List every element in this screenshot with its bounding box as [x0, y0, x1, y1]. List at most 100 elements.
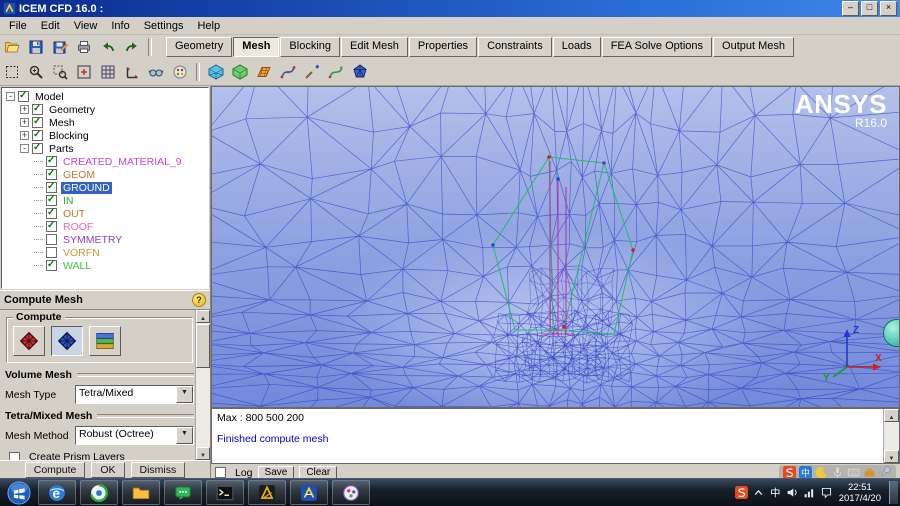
tree-label-symmetry[interactable]: SYMMETRY: [61, 234, 124, 246]
scroll-down-icon[interactable]: [196, 447, 210, 460]
show-desktop-button[interactable]: [889, 481, 898, 504]
compute-mesh-button[interactable]: [349, 62, 371, 82]
tray-hidden-icons-icon[interactable]: [752, 486, 765, 499]
grid-button[interactable]: [97, 62, 119, 82]
tree-checkbox-model[interactable]: [18, 91, 29, 102]
minimize-button[interactable]: –: [842, 1, 859, 16]
expand-icon[interactable]: +: [20, 131, 29, 140]
close-button[interactable]: ×: [880, 1, 897, 16]
taskbar-app-browser-360[interactable]: [80, 480, 118, 505]
taskbar-app-image-viewer[interactable]: [332, 480, 370, 505]
curve-mesh-setup-button[interactable]: [277, 62, 299, 82]
dismiss-button[interactable]: Dismiss: [131, 462, 186, 478]
tree-checkbox-out[interactable]: [46, 208, 57, 219]
tree-label-geometry[interactable]: Geometry: [47, 104, 97, 116]
zoom-in-button[interactable]: [25, 62, 47, 82]
tree-checkbox-vorfn[interactable]: [46, 247, 57, 258]
tree-checkbox-geom[interactable]: [46, 169, 57, 180]
maximize-button[interactable]: □: [861, 1, 878, 16]
tree-checkbox-in[interactable]: [46, 195, 57, 206]
collapse-icon[interactable]: -: [20, 144, 29, 153]
menu-settings[interactable]: Settings: [137, 19, 191, 33]
tree-checkbox-roof[interactable]: [46, 221, 57, 232]
tree-label-mesh[interactable]: Mesh: [47, 117, 77, 129]
tray-action-center-icon[interactable]: [820, 486, 833, 499]
part-mesh-setup-button[interactable]: [229, 62, 251, 82]
compute-surface-mesh-button[interactable]: [13, 326, 45, 356]
tree-label-parts[interactable]: Parts: [47, 143, 76, 155]
compute-prism-mesh-button[interactable]: [89, 326, 121, 356]
axes-button[interactable]: [121, 62, 143, 82]
taskbar-app-terminal[interactable]: [206, 480, 244, 505]
menu-help[interactable]: Help: [190, 19, 227, 33]
redo-button[interactable]: [121, 37, 143, 57]
tree-label-in[interactable]: IN: [61, 195, 76, 207]
tab-geometry[interactable]: Geometry: [166, 37, 232, 57]
menu-edit[interactable]: Edit: [34, 19, 67, 33]
tray-volume-icon[interactable]: [786, 486, 799, 499]
panel-scrollbar[interactable]: [195, 310, 210, 460]
tree-checkbox-blocking[interactable]: [32, 130, 43, 141]
tree-label-vorfn[interactable]: VORFN: [61, 247, 102, 259]
tree-label-ground[interactable]: GROUND: [61, 182, 112, 194]
tree-label-out[interactable]: OUT: [61, 208, 87, 220]
tree-checkbox-mesh[interactable]: [32, 117, 43, 128]
log-checkbox[interactable]: [215, 467, 226, 478]
tree-label-model[interactable]: Model: [33, 91, 66, 103]
undo-button[interactable]: [97, 37, 119, 57]
menu-info[interactable]: Info: [104, 19, 136, 33]
tree-checkbox-symmetry[interactable]: [46, 234, 57, 245]
taskbar-app-icem-cfd[interactable]: [290, 480, 328, 505]
scroll-up-icon[interactable]: [196, 310, 210, 323]
tab-output-mesh[interactable]: Output Mesh: [713, 37, 794, 57]
tree-label-geom[interactable]: GEOM: [61, 169, 97, 181]
tray-input-indicator-icon[interactable]: 中: [769, 486, 782, 499]
tree-label-wall[interactable]: WALL: [61, 260, 93, 272]
tray-network-icon[interactable]: [803, 486, 816, 499]
tree-checkbox-created_material_9[interactable]: [46, 156, 57, 167]
tree-checkbox-geometry[interactable]: [32, 104, 43, 115]
tree-label-blocking[interactable]: Blocking: [47, 130, 91, 142]
tree-checkbox-ground[interactable]: [46, 182, 57, 193]
dropdown-arrow-icon[interactable]: [176, 386, 193, 403]
tab-properties[interactable]: Properties: [409, 37, 477, 57]
tree-checkbox-wall[interactable]: [46, 260, 57, 271]
message-window[interactable]: Max : 800 500 200Finished compute mesh: [211, 408, 900, 464]
zoom-box-button[interactable]: [49, 62, 71, 82]
tree-label-roof[interactable]: ROOF: [61, 221, 95, 233]
fit-button[interactable]: [73, 62, 95, 82]
compute-button[interactable]: Compute: [25, 462, 86, 478]
global-mesh-setup-button[interactable]: [205, 62, 227, 82]
open-folder-button[interactable]: [1, 37, 23, 57]
mesh-curve-button[interactable]: [325, 62, 347, 82]
ok-button[interactable]: OK: [91, 462, 124, 478]
tray-sogou-tray-icon[interactable]: [735, 486, 748, 499]
taskbar-clock[interactable]: 22:51 2017/4/20: [833, 482, 887, 504]
expand-icon[interactable]: +: [20, 118, 29, 127]
menu-view[interactable]: View: [67, 19, 105, 33]
taskbar-app-messenger[interactable]: [164, 480, 202, 505]
help-icon[interactable]: ?: [192, 293, 206, 307]
taskbar-app-folder-manager[interactable]: [122, 480, 160, 505]
palette-button[interactable]: [169, 62, 191, 82]
menu-file[interactable]: File: [2, 19, 34, 33]
tree-checkbox-parts[interactable]: [32, 143, 43, 154]
compute-volume-mesh-button[interactable]: [51, 326, 83, 356]
start-button[interactable]: [6, 481, 32, 505]
tab-edit-mesh[interactable]: Edit Mesh: [341, 37, 408, 57]
save-as-button[interactable]: [49, 37, 71, 57]
dropdown-arrow-icon[interactable]: [176, 427, 193, 444]
expand-icon[interactable]: +: [20, 105, 29, 114]
save-button[interactable]: [25, 37, 47, 57]
select-button[interactable]: [1, 62, 23, 82]
surface-mesh-setup-button[interactable]: [253, 62, 275, 82]
scroll-thumb[interactable]: [196, 324, 210, 368]
mesh-probe-button[interactable]: [301, 62, 323, 82]
graphics-viewport[interactable]: ANSYS R16.0 Z X Y: [211, 86, 900, 408]
taskbar-app-ansys-launcher[interactable]: [248, 480, 286, 505]
tab-blocking[interactable]: Blocking: [280, 37, 340, 57]
mesh-type-dropdown[interactable]: Tetra/Mixed: [75, 385, 194, 404]
taskbar-app-internet-explorer[interactable]: e: [38, 480, 76, 505]
glasses-button[interactable]: [145, 62, 167, 82]
mesh-method-dropdown[interactable]: Robust (Octree): [75, 426, 194, 445]
